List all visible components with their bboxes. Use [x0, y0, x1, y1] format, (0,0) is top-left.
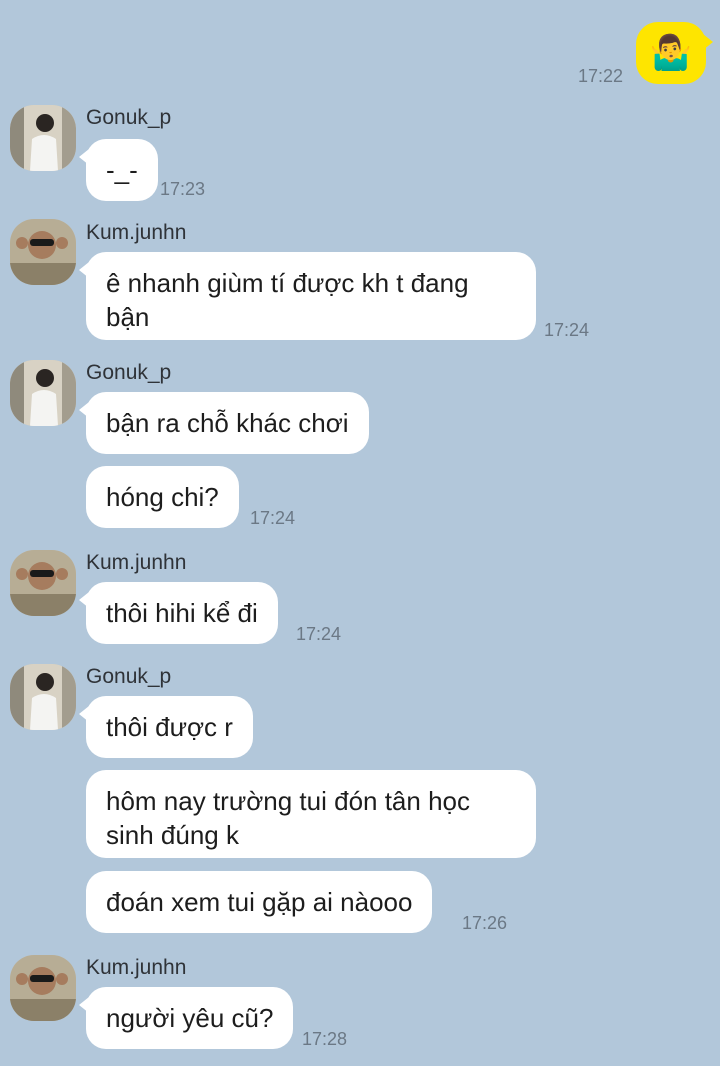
sender-name: Gonuk_p	[86, 665, 172, 688]
message-time: 17:24	[250, 508, 296, 528]
avatar-kum[interactable]	[10, 955, 76, 1021]
sender-name: Kum.junhn	[86, 956, 187, 979]
message-time: 17:23	[160, 179, 206, 199]
message-bubble[interactable]: bận ra chỗ khác chơi	[79, 392, 369, 454]
message-bubble[interactable]: thôi hihi kể đi	[79, 582, 278, 644]
sender-name: Kum.junhn	[86, 221, 187, 244]
sender-name: Kum.junhn	[86, 551, 187, 574]
message-time: 17:26	[462, 913, 508, 933]
message-time: 17:22	[578, 66, 624, 86]
message-bubble[interactable]: hôm nay trường tui đón tân học sinh đúng…	[86, 770, 536, 858]
sender-name: Gonuk_p	[86, 106, 172, 129]
message-time: 17:28	[302, 1029, 348, 1049]
message-bubble[interactable]: người yêu cũ?	[78, 987, 294, 1049]
avatar-kum[interactable]	[10, 550, 76, 616]
message-bubble[interactable]: thôi được r	[79, 696, 253, 758]
message-bubble[interactable]: ê nhanh giùm tí được kh t đang bận	[79, 252, 536, 340]
message-time: 17:24	[544, 320, 590, 340]
avatar-kum[interactable]	[10, 219, 76, 285]
person-shrugging-icon: 🤷‍♂️	[649, 34, 693, 72]
message-time: 17:24	[296, 624, 342, 644]
avatar-gonuk[interactable]	[10, 360, 76, 426]
avatar-gonuk[interactable]	[10, 105, 76, 171]
message-bubble[interactable]: -_-	[79, 139, 158, 201]
avatar-gonuk[interactable]	[10, 664, 76, 730]
message-bubble[interactable]: hóng chi?	[86, 466, 239, 528]
message-bubble[interactable]: đoán xem tui gặp ai nàooo	[86, 871, 433, 933]
outgoing-message-bubble[interactable]: 🤷‍♂️	[636, 22, 713, 84]
sender-name: Gonuk_p	[86, 361, 172, 384]
